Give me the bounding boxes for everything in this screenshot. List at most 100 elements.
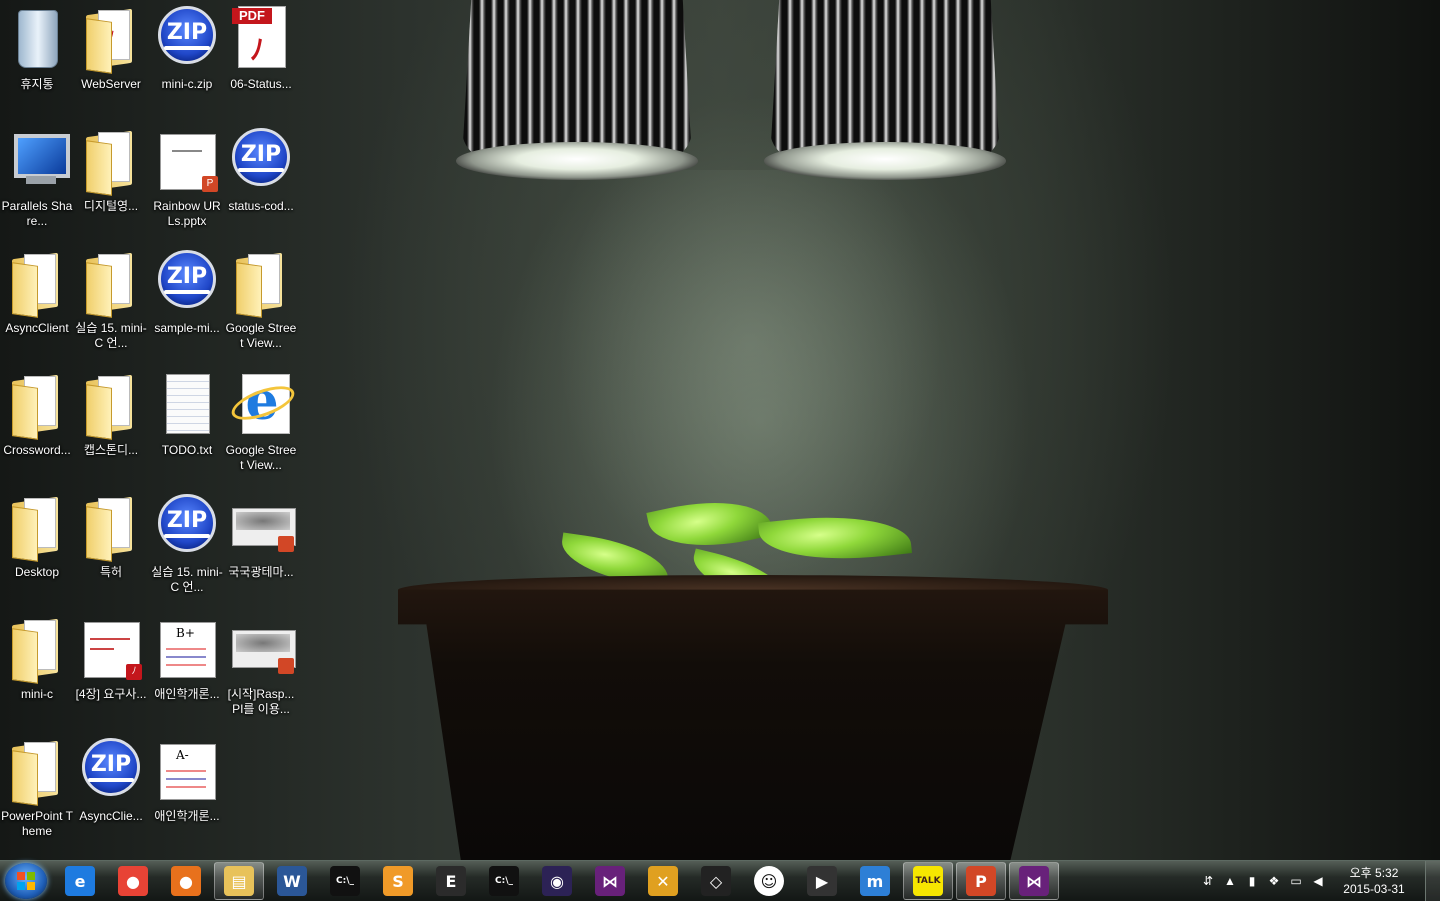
volume-icon[interactable]: ◀ bbox=[1310, 873, 1326, 889]
keyboard-layout-icon[interactable]: ⇵ bbox=[1200, 873, 1216, 889]
desktop-icon[interactable]: 특허 bbox=[74, 488, 148, 606]
clock-date: 2015-03-31 bbox=[1343, 882, 1405, 896]
firefox-icon: ● bbox=[171, 866, 201, 896]
chart-app-icon: ✕ bbox=[648, 866, 678, 896]
show-desktop-button[interactable] bbox=[1425, 861, 1440, 901]
desktop-icon-label: Crossword... bbox=[3, 443, 71, 457]
taskbar-button-command-prompt-2[interactable]: C:\_ bbox=[479, 862, 529, 900]
taskbar-button-visual-studio[interactable]: ⋈ bbox=[585, 862, 635, 900]
desktop-icon-label: status-cod... bbox=[228, 199, 294, 213]
windows-logo-icon bbox=[17, 872, 35, 890]
folder-icon bbox=[8, 372, 66, 440]
zip-archive-icon: ZIP bbox=[158, 494, 216, 560]
messenger-m-icon: m bbox=[860, 866, 890, 896]
battery-icon[interactable]: ▮ bbox=[1244, 873, 1260, 889]
desktop-icon[interactable]: mini-c bbox=[0, 610, 74, 728]
desktop-icon[interactable]: ZIP sample-mi... bbox=[150, 244, 224, 362]
chrome-icon: ● bbox=[118, 866, 148, 896]
desktop-icon-label: [시작]Rasp... PI를 이용... bbox=[227, 687, 295, 716]
pdf-file-icon: ﾉ bbox=[82, 616, 142, 682]
desktop-icon-label: mini-c bbox=[21, 687, 53, 701]
taskbar-button-eclipse[interactable]: ◉ bbox=[532, 862, 582, 900]
taskbar-button-sublime-text[interactable]: S bbox=[373, 862, 423, 900]
desktop-icon-label: 특허 bbox=[99, 565, 123, 579]
desktop-icon-label: mini-c.zip bbox=[161, 77, 213, 91]
desktop-icon-label: 국국광테마... bbox=[228, 565, 294, 579]
taskbar-button-media-player[interactable]: ▶ bbox=[797, 862, 847, 900]
desktop-icon[interactable]: 국국광테마... bbox=[224, 488, 298, 606]
desktop-icon[interactable]: Crossword... bbox=[0, 366, 74, 484]
visual-studio-2-icon: ⋈ bbox=[1019, 866, 1049, 896]
desktop-icon[interactable]: 디지털영... bbox=[74, 122, 148, 240]
taskbar-button-messenger-m[interactable]: m bbox=[850, 862, 900, 900]
taskbar-button-internet-explorer[interactable]: e bbox=[55, 862, 105, 900]
pdf-file-icon: PDF ﾉ bbox=[232, 6, 290, 72]
desktop-icon[interactable]: Desktop bbox=[0, 488, 74, 606]
desktop-icon[interactable]: 실습 15. mini-C 언... bbox=[74, 244, 148, 362]
taskbar: e ● ● ▤ W C:\_ S E C:\_ ◉ ⋈ ✕ ◇ ☺ ▶ m TALK P ⋈ ⇵ ▲ ▮ ❖ ▭ ◀… bbox=[0, 860, 1440, 901]
desktop-icon[interactable]: ZIP status-cod... bbox=[224, 122, 298, 240]
desktop-icon-label: Parallels Share... bbox=[1, 199, 73, 228]
desktop-icon[interactable]: 휴지통 bbox=[0, 0, 74, 118]
desktop-icon[interactable]: TODO.txt bbox=[150, 366, 224, 484]
desktop-icon[interactable]: ZIP 실습 15. mini-C 언... bbox=[150, 488, 224, 606]
taskbar-button-command-prompt[interactable]: C:\_ bbox=[320, 862, 370, 900]
taskbar-button-file-explorer[interactable]: ▤ bbox=[214, 862, 264, 900]
taskbar-button-console-editor[interactable]: E bbox=[426, 862, 476, 900]
desktop-icon-label: WebServer bbox=[81, 77, 141, 91]
taskbar-button-chrome[interactable]: ● bbox=[108, 862, 158, 900]
folder-icon bbox=[82, 494, 140, 562]
desktop-icon[interactable]: ZIP mini-c.zip bbox=[150, 0, 224, 118]
desktop-icon[interactable]: A- 애인학개론... bbox=[150, 732, 224, 850]
dropbox-icon[interactable]: ❖ bbox=[1266, 873, 1282, 889]
taskbar-button-kakaotalk[interactable]: TALK bbox=[903, 862, 953, 900]
folder-icon bbox=[232, 250, 290, 318]
network-icon[interactable]: ▭ bbox=[1288, 873, 1304, 889]
text-file-icon bbox=[158, 372, 216, 438]
unity-icon: ◇ bbox=[701, 866, 731, 896]
start-button[interactable] bbox=[5, 863, 47, 899]
desktop-icon[interactable]: ﾉ WebServer bbox=[74, 0, 148, 118]
desktop-icon[interactable]: B+ 애인학개론... bbox=[150, 610, 224, 728]
lamp-left bbox=[456, 0, 698, 190]
desktop-icon[interactable]: ﾉ [4장] 요구사... bbox=[74, 610, 148, 728]
folder-icon bbox=[82, 250, 140, 318]
desktop-icon[interactable]: AsyncClient bbox=[0, 244, 74, 362]
zip-archive-icon: ZIP bbox=[158, 6, 216, 72]
clock[interactable]: 오후 5:32 2015-03-31 bbox=[1334, 865, 1414, 897]
desktop-icon-label: Desktop bbox=[14, 565, 60, 579]
desktop-icon[interactable]: PowerPoint Theme bbox=[0, 732, 74, 850]
desktop-icon[interactable]: 캡스톤디... bbox=[74, 366, 148, 484]
kakaotalk-icon: TALK bbox=[913, 866, 943, 896]
desktop-icon[interactable]: ZIP AsyncClie... bbox=[74, 732, 148, 850]
zip-archive-icon: ZIP bbox=[82, 738, 140, 804]
taskbar-button-smiley-app[interactable]: ☺ bbox=[744, 862, 794, 900]
desktop-icon[interactable]: PDF ﾉ 06-Status... bbox=[224, 0, 298, 118]
zip-archive-icon: ZIP bbox=[158, 250, 216, 316]
desktop-icon-label: AsyncClient bbox=[5, 321, 69, 335]
taskbar-button-firefox[interactable]: ● bbox=[161, 862, 211, 900]
desktop-icon[interactable]: P Rainbow URLs.pptx bbox=[150, 122, 224, 240]
desktop-icon-label: TODO.txt bbox=[161, 443, 213, 457]
folder-icon bbox=[8, 738, 66, 806]
desktop-icon-label: 디지털영... bbox=[83, 199, 139, 213]
taskbar-button-word[interactable]: W bbox=[267, 862, 317, 900]
command-prompt-icon: C:\_ bbox=[330, 866, 360, 896]
desktop-icon-label: 애인학개론... bbox=[154, 809, 220, 823]
media-player-icon: ▶ bbox=[807, 866, 837, 896]
smiley-app-icon: ☺ bbox=[754, 866, 784, 896]
powerpoint-icon: P bbox=[966, 866, 996, 896]
desktop-icon-label: 06-Status... bbox=[230, 77, 292, 91]
light-beam bbox=[470, 170, 1030, 610]
desktop-icon[interactable]: Google Street View... bbox=[224, 244, 298, 362]
desktop-icon[interactable]: Parallels Share... bbox=[0, 122, 74, 240]
taskbar-button-chart-app[interactable]: ✕ bbox=[638, 862, 688, 900]
desktop-icon[interactable]: [시작]Rasp... PI를 이용... bbox=[224, 610, 298, 728]
taskbar-button-powerpoint[interactable]: P bbox=[956, 862, 1006, 900]
flower-pot bbox=[398, 589, 1108, 860]
show-hidden-icons-chevron-icon[interactable]: ▲ bbox=[1222, 873, 1238, 889]
desktop-icon[interactable]: e Google Street View... bbox=[224, 366, 299, 484]
taskbar-button-unity[interactable]: ◇ bbox=[691, 862, 741, 900]
sublime-text-icon: S bbox=[383, 866, 413, 896]
taskbar-button-visual-studio-2[interactable]: ⋈ bbox=[1009, 862, 1059, 900]
